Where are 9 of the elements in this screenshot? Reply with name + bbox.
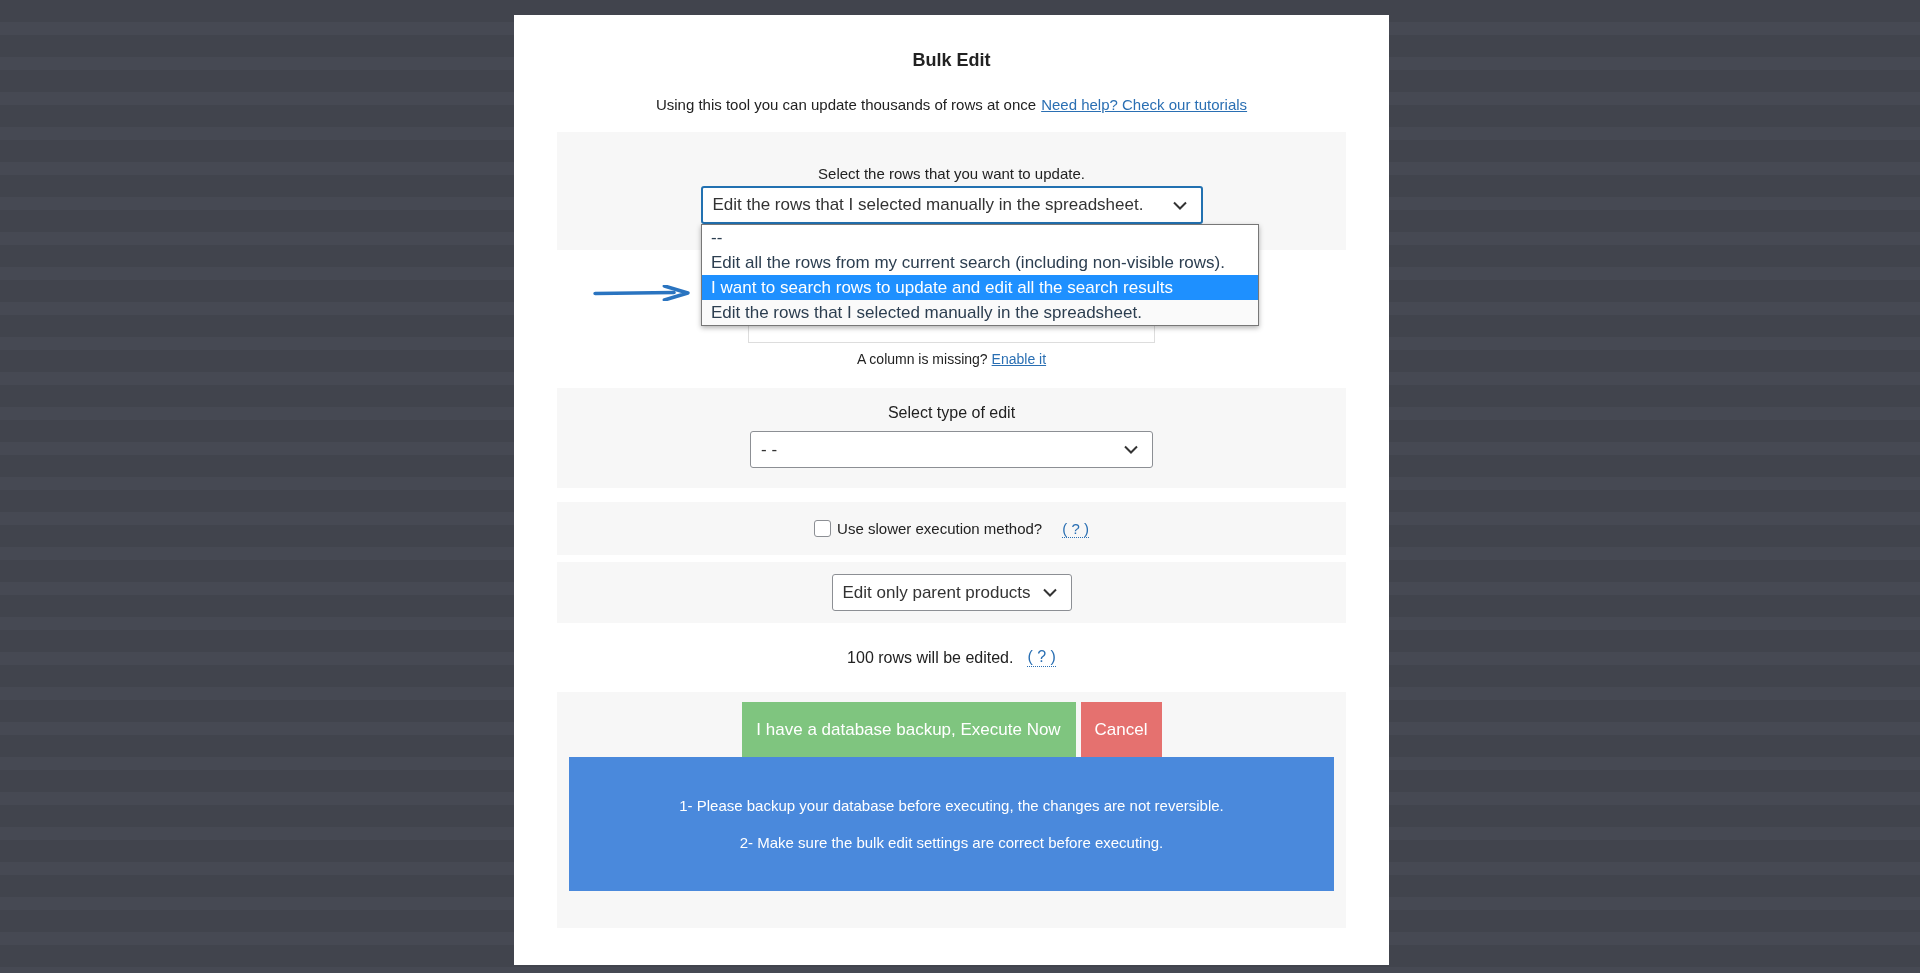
rows-count-text: 100 rows will be edited.: [847, 648, 1014, 667]
edit-type-label: Select type of edit: [887, 403, 1016, 423]
rows-select-label: Select the rows that you want to update.: [818, 164, 1085, 184]
slower-method-label: Use slower execution method?: [837, 520, 1043, 537]
intro-text: Using this tool you can update thousands of rows at once: [655, 95, 1037, 115]
notice-text: 1- Please backup your database before executing, the changes are not reversible.: [679, 797, 1224, 814]
notice-text: 2- Make sure the bulk edit settings are correct before executing.: [739, 834, 1164, 851]
column-missing-text: A column is missing?: [856, 350, 988, 368]
dialog-title: Bulk Edit: [911, 49, 992, 72]
